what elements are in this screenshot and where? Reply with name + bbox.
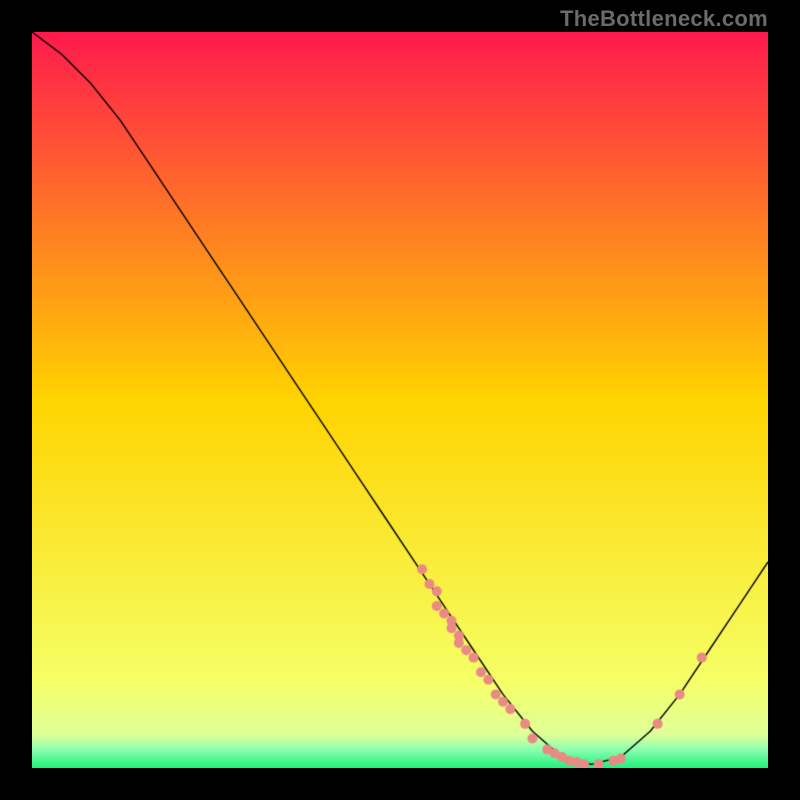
chart-canvas — [32, 32, 768, 768]
watermark-text: TheBottleneck.com — [560, 6, 768, 32]
chart-frame — [32, 32, 768, 768]
